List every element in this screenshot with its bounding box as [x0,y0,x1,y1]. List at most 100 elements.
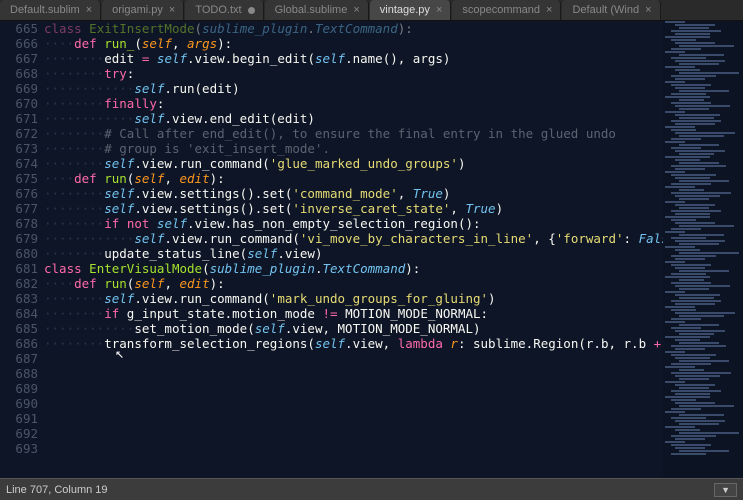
tab-2[interactable]: TODO.txt [185,0,263,20]
close-icon[interactable]: × [436,4,442,16]
minimap-line [671,129,696,131]
line-number-gutter: 665 666 667 668 669 670 671 672 673 674 … [0,21,44,478]
minimap-line [665,246,695,248]
minimap-line [679,63,719,65]
minimap-line [665,231,685,233]
code-line: class EnterVisualMode(sublime_plugin.Tex… [44,261,663,276]
tab-3[interactable]: Global.sublime × [265,0,369,20]
minimap[interactable] [663,21,743,478]
minimap-line [671,327,701,329]
code-editor[interactable]: class ExitInsertMode(sublime_plugin.Text… [44,21,663,478]
minimap-line [671,210,721,212]
close-icon[interactable]: × [546,4,552,16]
minimap-line [675,267,705,269]
minimap-line [665,186,695,188]
minimap-line [675,33,710,35]
tab-4[interactable]: vintage.py × [370,0,452,20]
code-line: ········self.view.settings().set('invers… [44,201,663,216]
minimap-line [675,69,700,71]
code-line: ········if g_input_state.motion_mode != … [44,306,663,321]
minimap-line [675,393,710,395]
minimap-line [675,204,715,206]
minimap-line [675,429,700,431]
minimap-line [679,45,734,47]
minimap-line [675,339,700,341]
minimap-line [679,144,719,146]
minimap-line [679,54,724,56]
minimap-line [679,405,734,407]
minimap-line [675,150,725,152]
minimap-line [679,324,719,326]
minimap-line [665,381,685,383]
minimap-line [679,252,739,254]
minimap-line [679,297,714,299]
minimap-line [679,90,729,92]
minimap-line [671,309,696,311]
minimap-line [665,21,685,23]
minimap-line [675,330,725,332]
minimap-line [679,342,719,344]
minimap-line [671,417,706,419]
minimap-line [671,399,696,401]
minimap-line [665,441,685,443]
minimap-line [675,60,725,62]
minimap-line [675,438,705,440]
minimap-line [665,426,695,428]
code-line: ············self.view.run_command('vi_mo… [44,231,663,246]
minimap-line [665,141,685,143]
minimap-line [675,348,705,350]
code-line: ········transform_selection_regions(self… [44,336,663,351]
minimap-line [675,294,720,296]
minimap-line [679,27,709,29]
minimap-line [679,198,709,200]
code-line: ····def run(self, edit): [44,276,663,291]
minimap-line [665,126,695,128]
tab-label: vintage.py [380,4,430,16]
minimap-line [675,87,705,89]
code-line: ········self.view.settings().set('comman… [44,186,663,201]
code-line: ········finally: [44,96,663,111]
minimap-line [665,96,710,98]
code-line: ············self.run(edit) [44,81,663,96]
minimap-line [679,162,719,164]
minimap-line [679,153,714,155]
minimap-line [679,99,704,101]
minimap-line [679,117,714,119]
status-widget[interactable]: ▼ [714,483,737,497]
tab-1[interactable]: origami.py× [102,0,184,20]
minimap-line [671,372,731,374]
minimap-line [671,57,706,59]
minimap-line [675,105,730,107]
minimap-line [675,159,700,161]
tab-0[interactable]: Default.sublim× [0,0,101,20]
tab-label: scopecommand [462,4,540,16]
tab-label: Global.sublime [275,4,348,16]
minimap-line [675,402,715,404]
minimap-line [671,192,731,194]
minimap-line [679,387,709,389]
tab-label: Default (Wind [572,4,639,16]
minimap-line [679,378,709,380]
close-icon[interactable]: × [645,4,651,16]
tab-6[interactable]: Default (Wind × [562,0,660,20]
tab-5[interactable]: scopecommand × [452,0,561,20]
minimap-line [679,279,704,281]
minimap-line [671,120,721,122]
minimap-line [671,183,711,185]
close-icon[interactable]: × [353,4,359,16]
editor-area: 665 666 667 668 669 670 671 672 673 674 … [0,21,743,478]
minimap-line [679,207,709,209]
minimap-line [675,312,735,314]
minimap-line [675,114,720,116]
minimap-line [679,369,704,371]
minimap-line [671,273,706,275]
minimap-line [675,222,715,224]
minimap-line [679,135,724,137]
close-icon[interactable]: × [169,4,175,16]
minimap-line [671,147,701,149]
close-icon[interactable]: × [86,4,92,16]
code-line: ····def run(self, edit): [44,171,663,186]
code-line: ····def run_(self, args): [44,36,663,51]
minimap-line [675,303,715,305]
minimap-line [679,414,724,416]
